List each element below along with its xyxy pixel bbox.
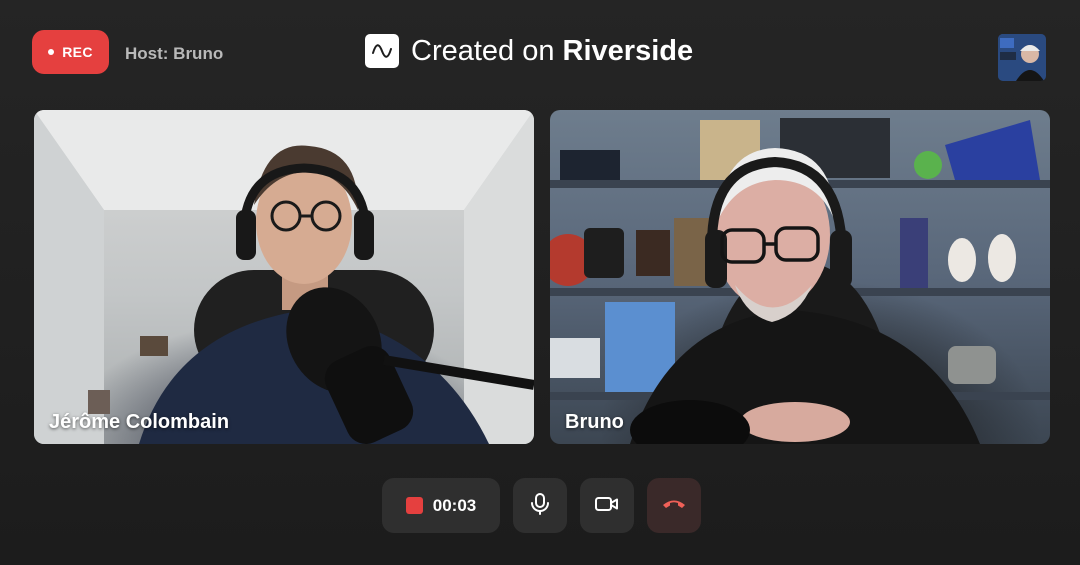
- brand-name: Riverside: [562, 34, 694, 67]
- camera-button[interactable]: [580, 478, 634, 533]
- wave-logo-icon: [365, 34, 399, 68]
- stop-square-icon: [405, 497, 423, 514]
- recording-timer: 00:03: [432, 495, 477, 515]
- microphone-button[interactable]: [513, 478, 567, 533]
- participant-tile[interactable]: Jérôme Colombain: [34, 110, 534, 444]
- recording-label: REC: [62, 44, 93, 60]
- brand-title: Created on Riverside: [365, 34, 693, 68]
- stop-recording-button[interactable]: 00:03: [382, 478, 500, 533]
- participant-video-left: [34, 110, 534, 444]
- host-label: Host: Bruno: [125, 44, 224, 63]
- participant-name: Jérôme Colombain: [49, 411, 230, 433]
- phone-hangup-icon: [661, 496, 687, 515]
- camera-icon: [594, 495, 620, 517]
- microphone-icon: [529, 492, 551, 520]
- participant-video-right: [550, 118, 1050, 444]
- recording-badge[interactable]: REC: [32, 30, 109, 74]
- participant-name: Bruno: [565, 411, 624, 433]
- recording-dot-icon: [48, 49, 55, 55]
- brand-prefix: Created on: [411, 34, 563, 67]
- brand-text: Created on Riverside: [411, 35, 693, 68]
- end-call-button[interactable]: [647, 478, 701, 533]
- riverside-call-screen: REC Host: Bruno Created on Riverside Jér…: [0, 0, 1080, 565]
- self-view-thumbnail[interactable]: [998, 34, 1046, 81]
- participant-tile[interactable]: Bruno: [550, 110, 1050, 444]
